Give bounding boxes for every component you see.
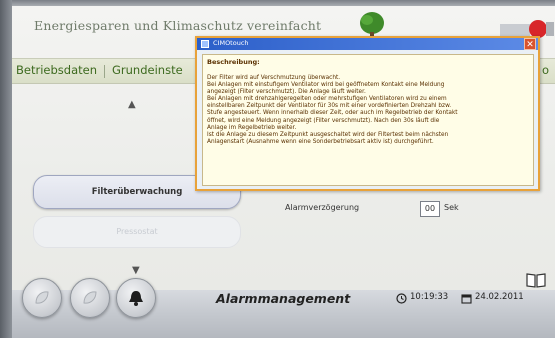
dialog-content: Beschreibung: Der Filter wird auf Versch… <box>202 54 534 186</box>
home-button[interactable] <box>22 278 62 318</box>
description-dialog: CIMOtouch ✕ Beschreibung: Der Filter wir… <box>195 36 540 191</box>
nav-separator <box>104 65 105 78</box>
settings-button[interactable] <box>70 278 110 318</box>
description-line: Der Filter wird auf Verschmutzung überwa… <box>207 75 341 81</box>
app-title: Energiesparen und Klimaschutz vereinfach… <box>34 18 322 33</box>
dialog-heading: Beschreibung: <box>207 58 260 66</box>
close-icon[interactable]: ✕ <box>524 38 536 50</box>
alarm-delay-input[interactable]: 00 <box>420 201 440 217</box>
dialog-titlebar[interactable]: CIMOtouch ✕ <box>197 38 538 50</box>
scroll-up-button[interactable]: ▲ <box>128 99 136 110</box>
leaf-icon <box>83 291 97 304</box>
nav-item-partial[interactable]: o <box>542 63 549 77</box>
description-line: angezeigt (Filter verschmutzt). Die Anla… <box>207 89 366 96</box>
dialog-description: Der Filter wird auf Verschmutzung überwa… <box>207 75 527 146</box>
window-app-icon <box>201 40 209 48</box>
current-time: 10:19:33 <box>410 292 449 302</box>
description-line: Stufe angesteuert. Wenn innerhalb dieser… <box>207 110 458 117</box>
bell-icon <box>129 291 143 306</box>
clock-icon <box>396 293 407 304</box>
leaf-icon <box>35 291 49 304</box>
alarm-delay-unit: Sek <box>444 203 459 212</box>
description-line: Anlagenstart (Ausnahme wenn eine Sonderb… <box>207 138 434 145</box>
dialog-title: CIMOtouch <box>213 39 249 47</box>
manual-book-icon[interactable] <box>526 272 546 288</box>
description-line: Bei Anlagen mit drehzahlgeregelten oder … <box>207 96 447 103</box>
nav-item-betriebsdaten[interactable]: Betriebsdaten <box>16 63 97 77</box>
window-left-edge <box>0 0 12 338</box>
description-line: Anlage im Regelbetrieb weiter. <box>207 124 297 131</box>
description-line: öffnet, wird eine Meldung angezeigt (Fil… <box>207 117 440 124</box>
description-line: einstellbaren Zeitpunkt der Ventilator f… <box>207 103 452 110</box>
scroll-down-button[interactable]: ▼ <box>132 265 140 276</box>
alarm-delay-label: Alarmverzögerung <box>285 203 360 212</box>
calendar-icon <box>461 294 472 304</box>
pressostat-button[interactable]: Pressostat <box>33 216 241 248</box>
alarm-button[interactable] <box>116 278 156 318</box>
page-title: Alarmmanagement <box>216 291 351 306</box>
current-date: 24.02.2011 <box>475 292 524 302</box>
description-line: Bei Anlagen mit einstufigem Ventilator w… <box>207 82 445 89</box>
description-line: Ist die Anlage zu diesem Zeitpunkt ausge… <box>207 131 449 138</box>
nav-item-grundeinstellungen[interactable]: Grundeinste <box>112 63 183 77</box>
